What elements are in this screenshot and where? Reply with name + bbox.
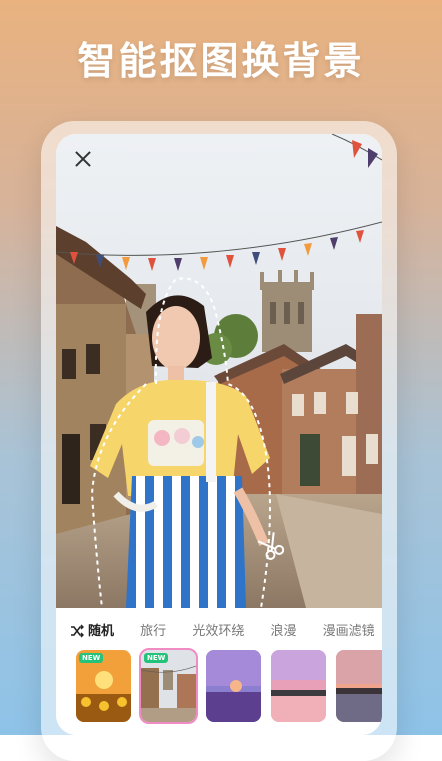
thumbnail-sunset-sea[interactable]: [336, 650, 382, 722]
shuffle-icon: [71, 624, 84, 638]
tab-light-effects[interactable]: 光效环绕: [192, 620, 244, 639]
page-headline: 智能抠图换背景: [77, 39, 365, 83]
tab-romantic[interactable]: 浪漫: [270, 620, 296, 639]
new-badge: NEW: [79, 653, 104, 663]
tab-random[interactable]: 随机: [70, 620, 114, 639]
background-picker-sheet: 随机 旅行 光效环绕 浪漫 漫画滤镜 NEW NEW: [56, 608, 382, 735]
tab-comic-filter[interactable]: 漫画滤镜: [323, 620, 375, 639]
thumbnail-old-town-street[interactable]: NEW: [139, 648, 198, 724]
editor-screen: 随机 旅行 光效环绕 浪漫 漫画滤镜 NEW NEW: [56, 134, 382, 735]
edited-photo-preview: [56, 134, 382, 608]
thumbnail-sunset-sunflowers[interactable]: NEW: [76, 650, 131, 722]
thumbnail-pink-sky-lake[interactable]: [271, 650, 326, 722]
background-thumbnails: NEW NEW: [76, 648, 382, 724]
thumbnail-lavender-field[interactable]: [206, 650, 261, 722]
tab-label: 随机: [88, 624, 115, 639]
close-icon[interactable]: [72, 148, 94, 170]
new-badge: NEW: [144, 653, 169, 663]
category-tabs: 随机 旅行 光效环绕 浪漫 漫画滤镜: [70, 620, 382, 646]
tab-travel[interactable]: 旅行: [140, 620, 166, 639]
cathedral-tower: [260, 270, 314, 352]
